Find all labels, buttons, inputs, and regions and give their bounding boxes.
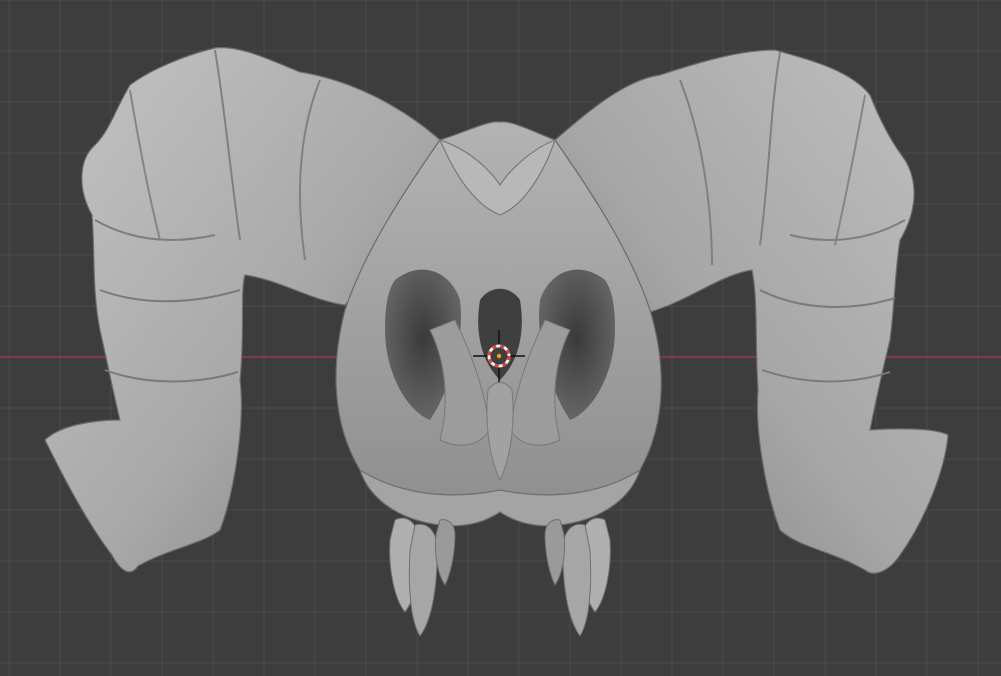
viewport-canvas[interactable] bbox=[0, 0, 1001, 676]
cursor-center-dot bbox=[496, 353, 502, 359]
3d-viewport[interactable] bbox=[0, 0, 1001, 676]
